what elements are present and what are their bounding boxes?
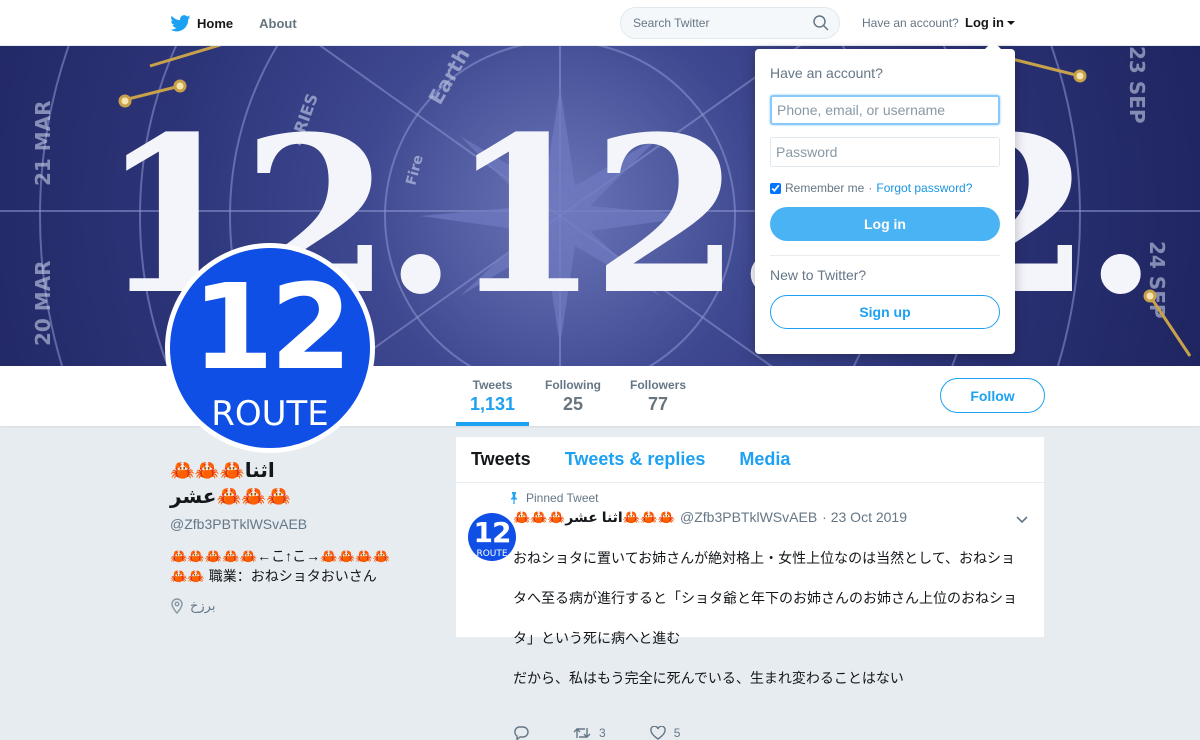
nav-about[interactable]: About (259, 16, 297, 31)
avatar-image: 12 ROUTE (170, 248, 370, 448)
remember-me-label[interactable]: Remember me (785, 181, 864, 195)
profile-sidebar: 🦀🦀🦀اثنا عشر🦀🦀🦀 @Zfb3PBTklWSvAEB 🦀🦀🦀🦀🦀←こ↑… (170, 458, 440, 614)
display-name[interactable]: 🦀🦀🦀اثنا عشر🦀🦀🦀 (170, 458, 440, 510)
caret-down-icon (1007, 20, 1015, 25)
stat-tweets-value: 1,131 (470, 394, 516, 414)
new-to-twitter-text: New to Twitter? (770, 267, 867, 283)
pin-icon (511, 492, 517, 504)
like-action[interactable]: 5 (649, 726, 681, 740)
display-name-line1: 🦀🦀🦀اثنا (170, 460, 275, 482)
top-nav: Home About Have an account? Log in (0, 0, 1200, 46)
retweet-count: 3 (599, 726, 606, 740)
bio-line1: 🦀🦀🦀🦀🦀←こ↑こ→🦀🦀🦀🦀 (170, 548, 390, 564)
tweet-text-line3: タ」という死に病へと進む (513, 630, 681, 646)
search-icon[interactable] (813, 15, 829, 31)
password-field[interactable] (770, 137, 1000, 167)
screen-name[interactable]: @Zfb3PBTklWSvAEB (170, 516, 440, 532)
like-count: 5 (673, 726, 681, 740)
retweet-action[interactable]: 3 (573, 726, 606, 740)
tweet-text-line4: だから、私はもう完全に死んでいる、生まれ変わることはない (513, 670, 904, 686)
pinned-label-row: Pinned Tweet (508, 491, 1029, 505)
search-box (620, 7, 840, 39)
pinned-label: Pinned Tweet (526, 491, 599, 505)
stat-following[interactable]: Following 25 (545, 378, 601, 415)
tweet-screen-name[interactable]: @Zfb3PBTklWSvAEB (680, 509, 817, 525)
tweet-avatar-word: ROUTE (476, 549, 508, 559)
bio-line2: 🦀🦀 職業：おねショタおいさん (170, 568, 377, 584)
stat-following-label: Following (545, 378, 601, 392)
tweet-text: おねショタに置いてお姉さんが絶対格上・女性上位なのは当然として、おねショ タへ至… (513, 528, 1029, 708)
reply-icon (514, 726, 529, 740)
timeline: Tweets Tweets & replies Media Pinned Twe… (456, 437, 1044, 740)
location-pin-icon (171, 598, 183, 614)
twitter-bird-icon (170, 14, 191, 31)
nav-home-label: Home (197, 15, 234, 31)
profile-bio: 🦀🦀🦀🦀🦀←こ↑こ→🦀🦀🦀🦀 🦀🦀 職業：おねショタおいさん (170, 546, 440, 586)
nav-left: Home About (170, 0, 297, 46)
tweet-text-line1: おねショタに置いてお姉さんが絶対格上・女性上位なのは当然として、おねショ (513, 550, 1016, 566)
follow-button[interactable]: Follow (940, 378, 1045, 413)
login-dropdown-toggle[interactable]: Log in (965, 15, 1015, 30)
login-dropdown: Have an account? Remember me · Forgot pa… (755, 41, 1015, 354)
tab-media[interactable]: Media (739, 449, 790, 470)
retweet-icon (573, 728, 591, 738)
tweet-actions: 3 5 (513, 726, 1029, 740)
avatar-word: ROUTE (211, 394, 329, 434)
timeline-tabs: Tweets Tweets & replies Media (456, 437, 1044, 483)
tweet-avatar-number: 12 (473, 516, 512, 549)
nav-about-label: About (259, 15, 297, 31)
login-button[interactable]: Log in (770, 207, 1000, 241)
login-toggle-label: Log in (965, 15, 1004, 30)
display-name-line2: عشر🦀🦀🦀 (170, 486, 292, 508)
tweet-text-line2: タへ至る病が進行すると「ショタ爺と年下のお姉さんのお姉さん上位のおねショ (513, 590, 1017, 606)
remember-me-checkbox[interactable] (770, 182, 781, 194)
dropdown-divider (770, 255, 1000, 256)
reply-action[interactable] (513, 726, 529, 740)
stat-tweets-label: Tweets (472, 378, 513, 392)
stat-tweets[interactable]: Tweets 1,131 (455, 378, 530, 426)
stat-followers[interactable]: Followers 77 (630, 378, 686, 415)
stat-followers-value: 77 (647, 394, 669, 414)
profile-location: برزخ (170, 598, 440, 614)
forgot-password-link[interactable]: Forgot password? (876, 181, 972, 195)
nav-home[interactable]: Home (170, 14, 234, 32)
avatar-number: 12 (191, 258, 352, 396)
tweet-avatar[interactable]: 12 ROUTE (468, 513, 516, 561)
pinned-tweet[interactable]: Pinned Tweet 12 ROUTE 🦀🦀🦀اثنا عشر🦀🦀🦀 @Zf… (456, 483, 1044, 740)
tab-tweets[interactable]: Tweets (471, 449, 531, 470)
banner-label-21-mar: 21 MAR (31, 100, 55, 186)
tweet-header: 🦀🦀🦀اثنا عشر🦀🦀🦀 @Zfb3PBTklWSvAEB · 23 Oct… (513, 509, 1029, 526)
login-dropdown-title: Have an account? (770, 65, 883, 81)
banner-label-20-mar: 20 MAR (31, 260, 55, 346)
heart-icon (649, 726, 666, 740)
signup-button[interactable]: Sign up (770, 295, 1000, 329)
location-text: برزخ (190, 598, 216, 613)
remember-separator: · (868, 181, 873, 195)
have-account-text: Have an account? (862, 16, 959, 30)
stat-followers-label: Followers (630, 378, 687, 392)
tweet-display-name[interactable]: 🦀🦀🦀اثنا عشر🦀🦀🦀 (513, 509, 675, 526)
tweet-date[interactable]: · 23 Oct 2019 (822, 509, 907, 525)
profile-avatar[interactable]: 12 ROUTE (165, 243, 375, 453)
remember-row: Remember me · Forgot password? (770, 181, 1000, 195)
stat-following-value: 25 (562, 394, 584, 414)
username-field[interactable] (770, 95, 1000, 125)
search-input[interactable] (621, 8, 801, 38)
tab-tweets-replies[interactable]: Tweets & replies (565, 449, 706, 470)
chevron-down-icon[interactable] (1015, 515, 1029, 525)
